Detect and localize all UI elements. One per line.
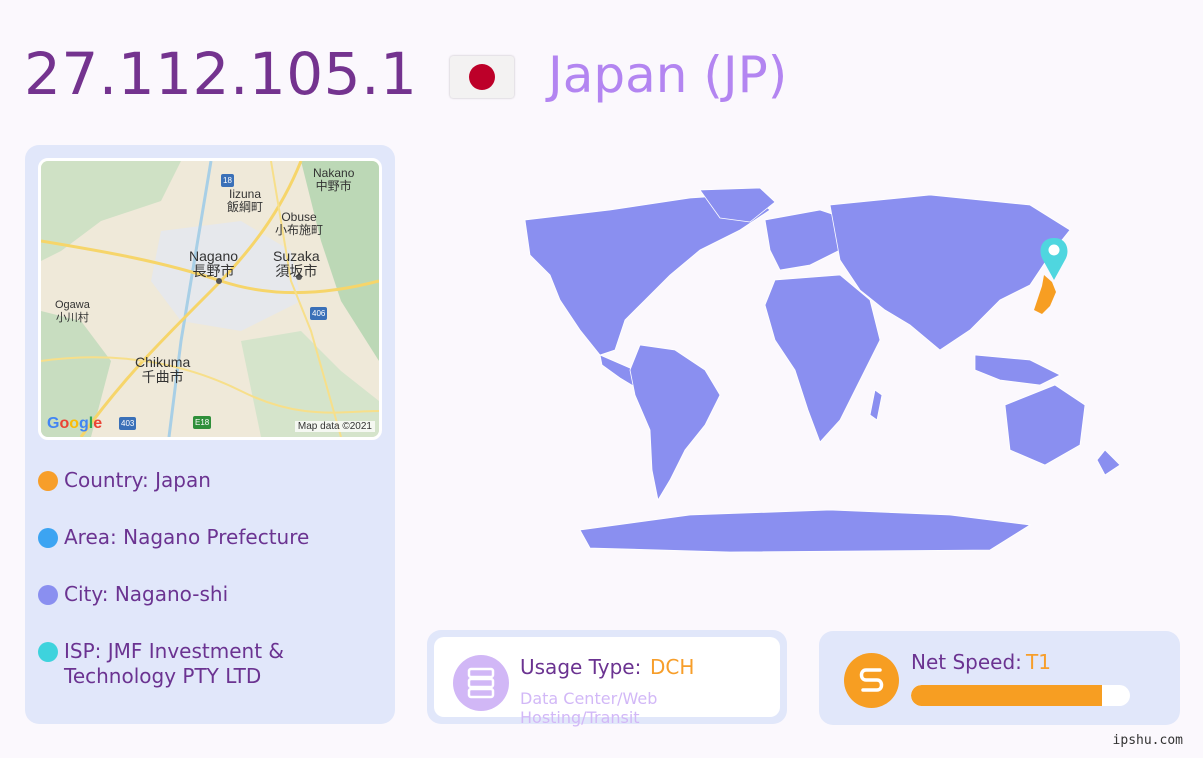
usage-type-label: Usage Type: <box>520 655 642 679</box>
country-text: Country: Japan <box>64 468 211 492</box>
world-map <box>524 187 1121 553</box>
map-label-ogawa: Ogawa 小川村 <box>55 299 90 324</box>
map-label-chikuma: Chikuma 千曲市 <box>135 354 191 385</box>
site-watermark: ipshu.com <box>1112 733 1183 748</box>
ip-address: 27.112.105.1 <box>24 40 418 108</box>
info-city: City: Nagano-shi <box>38 582 388 607</box>
route-badge: 406 <box>310 307 328 320</box>
area-text: Area: Nagano Prefecture <box>64 525 310 549</box>
server-icon <box>453 655 509 711</box>
map-label-iizuna: Iizuna 飯綱町 <box>227 187 264 214</box>
australia <box>1004 384 1086 466</box>
city-dot-icon <box>38 585 58 605</box>
country-title: Japan (JP) <box>548 46 788 104</box>
isp-text: ISP: JMF Investment & Technology PTY LTD <box>64 639 284 688</box>
south-america <box>629 344 721 502</box>
route-badge: E18 <box>193 416 212 429</box>
location-card: Nakano 中野市 Iizuna 飯綱町 Obuse 小布施町 Nagano 長野市 … <box>25 145 395 724</box>
area-dot-icon <box>38 528 58 548</box>
country-dot-icon <box>38 471 58 491</box>
isp-dot-icon <box>38 642 58 662</box>
google-logo: Google <box>47 415 103 432</box>
japan-flag-icon <box>450 56 514 98</box>
usage-type-value: DCH <box>650 655 695 679</box>
route-badge: 403 <box>119 417 137 430</box>
africa <box>764 274 881 443</box>
speed-progress-bar <box>911 685 1130 706</box>
route-badge: 18 <box>221 174 234 187</box>
map-label-nakano: Nakano 中野市 <box>313 166 355 193</box>
map-attribution: Map data ©2021 <box>294 421 375 432</box>
usage-type-card: Usage Type: DCH Data Center/Web Hosting/… <box>427 630 787 727</box>
info-area: Area: Nagano Prefecture <box>38 525 388 550</box>
new-zealand <box>1096 449 1121 476</box>
japan-highlight <box>1034 275 1056 314</box>
net-speed-value: T1 <box>1026 650 1051 674</box>
speed-icon <box>844 653 899 708</box>
usage-type-description: Data Center/Web Hosting/Transit <box>520 689 658 727</box>
location-pin-icon <box>1040 238 1068 280</box>
madagascar <box>869 389 883 421</box>
location-map[interactable]: Nakano 中野市 Iizuna 飯綱町 Obuse 小布施町 Nagano 長野市 … <box>38 158 382 440</box>
net-speed-label: Net Speed: <box>911 650 1022 674</box>
info-country: Country: Japan <box>38 468 388 493</box>
info-isp: ISP: JMF Investment & Technology PTY LTD <box>38 639 388 689</box>
net-speed-card: Net Speed: T1 <box>819 631 1180 725</box>
city-text: City: Nagano-shi <box>64 582 229 606</box>
antarctica <box>579 509 1032 553</box>
indonesia <box>974 354 1061 386</box>
speed-progress-fill <box>911 685 1102 706</box>
map-label-suzaka: Suzaka 須坂市 <box>273 248 320 279</box>
map-label-nagano: Nagano 長野市 <box>189 248 239 279</box>
map-label-obuse: Obuse 小布施町 <box>275 210 324 237</box>
